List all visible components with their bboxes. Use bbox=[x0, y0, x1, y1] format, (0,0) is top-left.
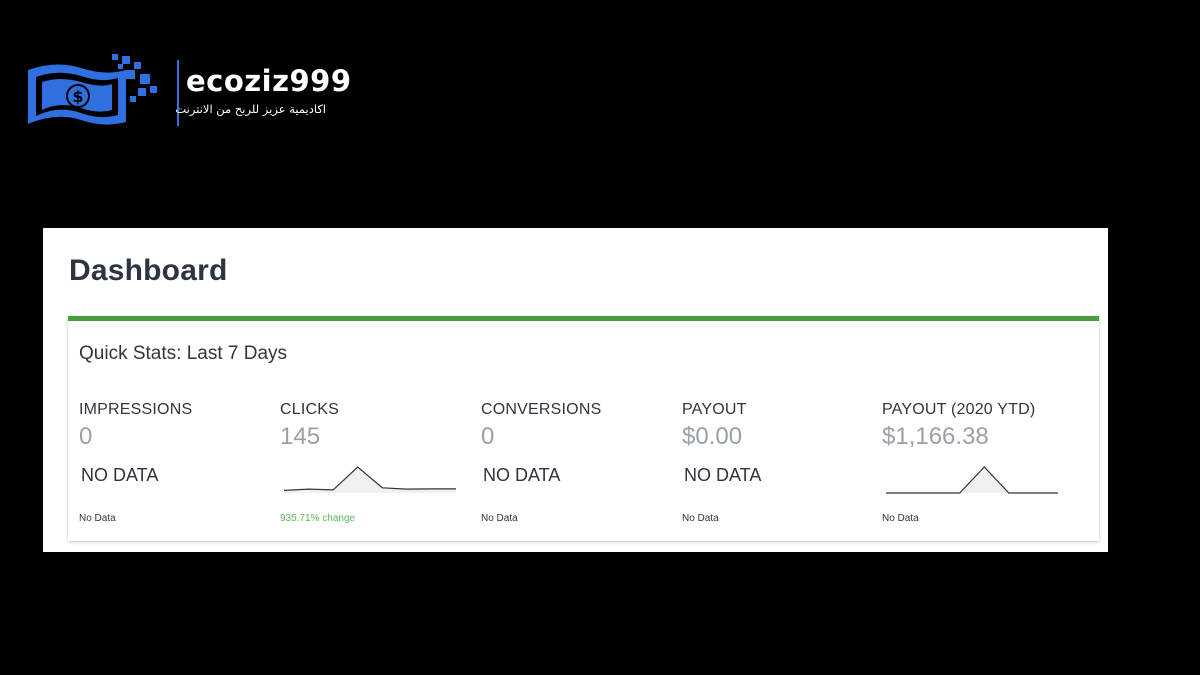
stat-payout-ytd: PAYOUT (2020 YTD) $1,166.38 No Data bbox=[882, 401, 1072, 531]
stat-label: PAYOUT (2020 YTD) bbox=[882, 401, 1036, 418]
stat-conversions: CONVERSIONS 0 NO DATA No Data bbox=[481, 401, 671, 531]
payout-ytd-sparkline bbox=[886, 466, 1058, 494]
stat-status: NO DATA bbox=[483, 465, 561, 485]
stat-status: NO DATA bbox=[684, 465, 762, 485]
brand-tagline: اكاديمية عزيز للربح من الانترنت bbox=[175, 102, 326, 116]
stat-value: 0 bbox=[481, 423, 495, 450]
brand-logo: $ ecoziz999 اكاديمية عزيز للربح من الانت… bbox=[26, 52, 351, 142]
stat-label: CONVERSIONS bbox=[481, 401, 602, 418]
stat-value: $1,166.38 bbox=[882, 423, 989, 450]
stat-status: NO DATA bbox=[81, 465, 159, 485]
brand-name: ecoziz999 bbox=[186, 64, 352, 98]
quick-stats-title: Quick Stats: Last 7 Days bbox=[79, 343, 288, 364]
stat-value: 145 bbox=[280, 423, 321, 450]
quick-stats-card: Quick Stats: Last 7 Days IMPRESSIONS 0 N… bbox=[68, 316, 1099, 541]
clicks-sparkline bbox=[284, 466, 456, 493]
stat-impressions: IMPRESSIONS 0 NO DATA No Data bbox=[79, 401, 269, 531]
stat-footer: 935.71% change bbox=[280, 513, 356, 524]
stat-value: $0.00 bbox=[682, 423, 743, 450]
stat-payout: PAYOUT $0.00 NO DATA No Data bbox=[682, 401, 872, 531]
svg-text:$: $ bbox=[72, 87, 83, 106]
stat-label: IMPRESSIONS bbox=[79, 401, 193, 418]
stat-footer: No Data bbox=[682, 513, 719, 524]
dashboard-panel: Dashboard Quick Stats: Last 7 Days IMPRE… bbox=[43, 228, 1108, 552]
stat-label: CLICKS bbox=[280, 401, 339, 418]
stat-footer: No Data bbox=[79, 513, 116, 524]
stat-clicks: CLICKS 145 935.71% change bbox=[280, 401, 470, 531]
page-title: Dashboard bbox=[69, 254, 228, 287]
stat-label: PAYOUT bbox=[682, 401, 747, 418]
stat-footer: No Data bbox=[882, 513, 919, 524]
stat-footer: No Data bbox=[481, 513, 518, 524]
stat-value: 0 bbox=[79, 423, 93, 450]
dollar-bill-icon: $ bbox=[28, 54, 157, 125]
logo-divider bbox=[177, 60, 179, 126]
